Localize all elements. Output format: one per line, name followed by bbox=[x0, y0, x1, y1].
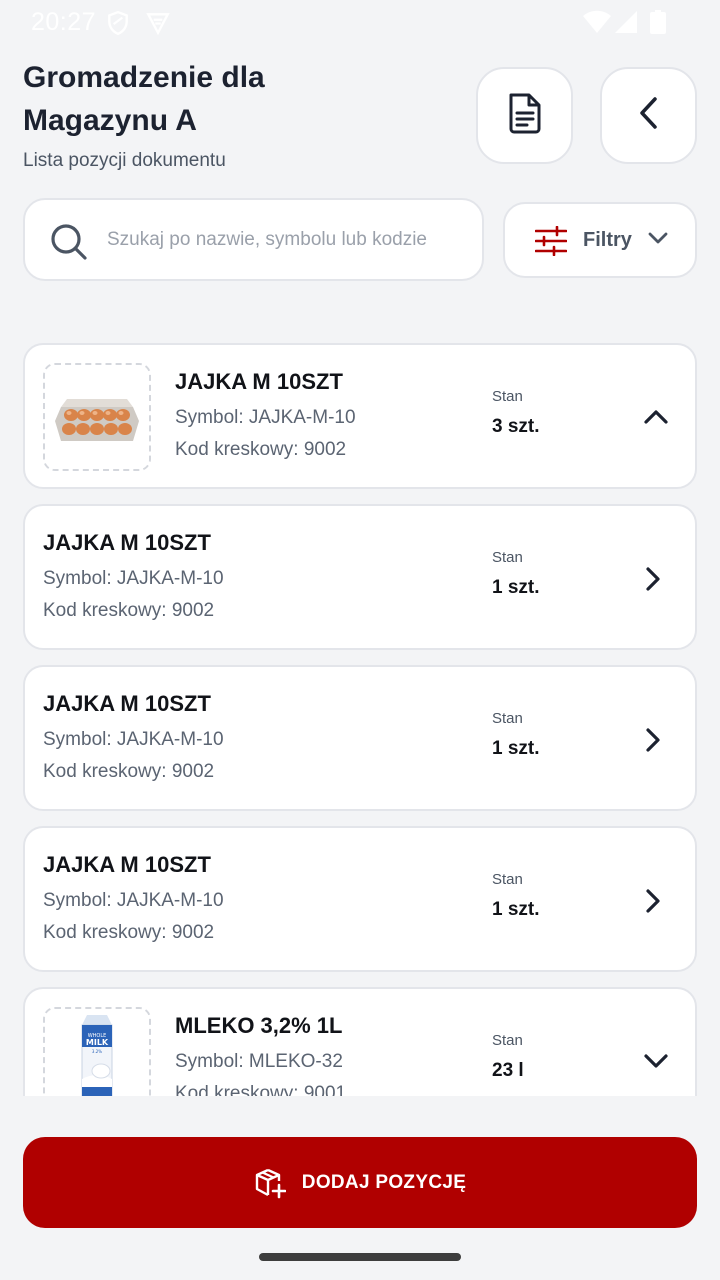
sliders-icon bbox=[534, 225, 568, 261]
status-bar: 20:27 bbox=[0, 0, 720, 44]
box-add-icon bbox=[254, 1167, 286, 1199]
items-list[interactable]: JAJKA M 10SZT Symbol: JAJKA-M-10 Kod kre… bbox=[0, 330, 720, 1096]
status-time: 20:27 bbox=[31, 8, 97, 36]
filter-label: Filtry bbox=[583, 229, 632, 251]
signal-icon bbox=[614, 10, 638, 39]
page-subtitle: Lista pozycji dokumentu bbox=[23, 150, 226, 171]
milk-label-line2: MILK bbox=[86, 1038, 109, 1047]
item-barcode: Kod kreskowy: 9001 bbox=[175, 1083, 347, 1096]
chevron-right-icon[interactable] bbox=[643, 727, 661, 758]
add-item-label: DODAJ POZYCJĘ bbox=[301, 1171, 467, 1193]
stan-value: 23 l bbox=[492, 1060, 524, 1081]
item-name: JAJKA M 10SZT bbox=[43, 691, 211, 716]
list-item[interactable]: JAJKA M 10SZT Symbol: JAJKA-M-10 Kod kre… bbox=[23, 343, 697, 489]
item-name: JAJKA M 10SZT bbox=[175, 369, 343, 394]
stan-label: Stan bbox=[492, 1032, 523, 1049]
chevron-down-icon[interactable] bbox=[643, 1053, 669, 1076]
product-image-milk-carton: WHOLE MILK 3.2% bbox=[43, 1007, 151, 1096]
chevron-right-icon[interactable] bbox=[643, 888, 661, 919]
page-title-line2: Magazynu A bbox=[23, 104, 197, 137]
document-icon bbox=[506, 92, 544, 139]
stan-label: Stan bbox=[492, 710, 523, 727]
milk-label-line3: 3.2% bbox=[92, 1049, 102, 1054]
item-symbol: Symbol: JAJKA-M-10 bbox=[175, 407, 356, 428]
home-indicator[interactable] bbox=[259, 1253, 461, 1261]
screen: 20:27 Gromadzenie dla Magazynu A Lista p… bbox=[0, 0, 720, 1280]
search-input[interactable] bbox=[107, 220, 477, 260]
back-button[interactable] bbox=[600, 67, 697, 164]
stan-value: 1 szt. bbox=[492, 899, 540, 920]
search-box[interactable] bbox=[23, 198, 484, 281]
item-symbol: Symbol: MLEKO-32 bbox=[175, 1051, 343, 1072]
battery-icon bbox=[650, 10, 666, 39]
chevron-right-icon[interactable] bbox=[643, 566, 661, 597]
page-title-line1: Gromadzenie dla bbox=[23, 61, 265, 94]
document-button[interactable] bbox=[476, 67, 573, 164]
stan-label: Stan bbox=[492, 549, 523, 566]
chevron-down-icon bbox=[647, 231, 669, 250]
list-item[interactable]: WHOLE MILK 3.2% MLEKO 3,2% 1L Symbol: ML… bbox=[23, 987, 697, 1096]
filter-button[interactable]: Filtry bbox=[503, 202, 697, 278]
add-item-button[interactable]: DODAJ POZYCJĘ bbox=[23, 1137, 697, 1228]
list-item[interactable]: JAJKA M 10SZT Symbol: JAJKA-M-10 Kod kre… bbox=[23, 504, 697, 650]
item-symbol: Symbol: JAJKA-M-10 bbox=[43, 568, 224, 589]
item-name: MLEKO 3,2% 1L bbox=[175, 1013, 343, 1038]
item-barcode: Kod kreskowy: 9002 bbox=[43, 922, 215, 943]
page-title: Gromadzenie dla Magazynu A bbox=[23, 56, 443, 142]
item-name: JAJKA M 10SZT bbox=[43, 530, 211, 555]
product-image-egg-carton bbox=[43, 363, 151, 471]
item-barcode: Kod kreskowy: 9002 bbox=[43, 761, 215, 782]
stan-label: Stan bbox=[492, 388, 523, 405]
shield-icon bbox=[105, 10, 131, 41]
stan-value: 1 szt. bbox=[492, 738, 540, 759]
chevron-up-icon[interactable] bbox=[643, 407, 669, 430]
item-name: JAJKA M 10SZT bbox=[43, 852, 211, 877]
vpn-icon bbox=[144, 10, 172, 41]
item-barcode: Kod kreskowy: 9002 bbox=[43, 600, 215, 621]
wifi-icon bbox=[582, 10, 612, 39]
stan-value: 1 szt. bbox=[492, 577, 540, 598]
item-symbol: Symbol: JAJKA-M-10 bbox=[43, 890, 224, 911]
item-symbol: Symbol: JAJKA-M-10 bbox=[43, 729, 224, 750]
stan-label: Stan bbox=[492, 871, 523, 888]
chevron-left-icon bbox=[637, 96, 661, 135]
list-item[interactable]: JAJKA M 10SZT Symbol: JAJKA-M-10 Kod kre… bbox=[23, 826, 697, 972]
item-barcode: Kod kreskowy: 9002 bbox=[175, 439, 347, 460]
list-item[interactable]: JAJKA M 10SZT Symbol: JAJKA-M-10 Kod kre… bbox=[23, 665, 697, 811]
stan-value: 3 szt. bbox=[492, 416, 540, 437]
search-icon bbox=[49, 222, 89, 267]
